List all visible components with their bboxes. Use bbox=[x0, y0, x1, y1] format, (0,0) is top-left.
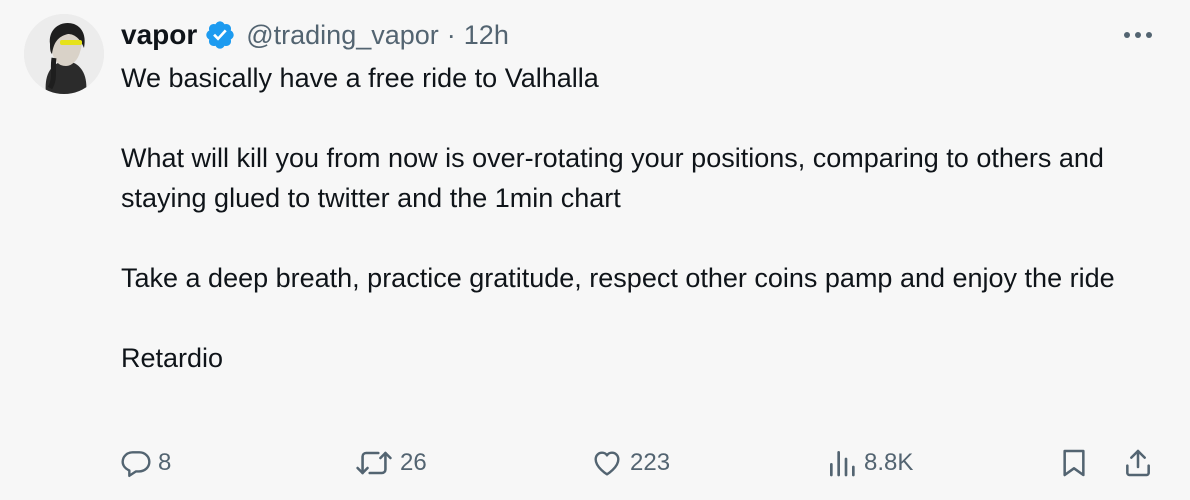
share-button[interactable] bbox=[1122, 440, 1154, 486]
tweet-paragraph-4: Retardio bbox=[121, 343, 224, 373]
like-button[interactable]: 223 bbox=[590, 440, 670, 486]
bookmark-icon bbox=[1063, 449, 1085, 477]
timestamp[interactable]: 12h bbox=[464, 20, 509, 51]
more-dots-icon bbox=[1124, 32, 1152, 38]
views-button[interactable]: 8.8K bbox=[826, 440, 913, 486]
share-upload-icon bbox=[1126, 449, 1150, 477]
reply-bubble-icon bbox=[121, 451, 151, 477]
like-count: 223 bbox=[630, 449, 671, 476]
bookmark-button[interactable] bbox=[1058, 440, 1090, 486]
verified-badge-icon bbox=[204, 19, 236, 51]
tweet-header: vapor @trading_vapor · 12h bbox=[121, 15, 509, 55]
tweet-paragraph-1: We basically have a free ride to Valhall… bbox=[121, 63, 599, 93]
action-bar: 8 26 223 8.8K bbox=[0, 440, 1190, 486]
views-count: 8.8K bbox=[864, 449, 914, 476]
tweet-text: We basically have a free ride to Valhall… bbox=[121, 58, 1171, 378]
repost-arrows-icon bbox=[356, 451, 392, 475]
repost-button[interactable]: 26 bbox=[354, 440, 427, 486]
reply-button[interactable]: 8 bbox=[120, 440, 171, 486]
author-handle[interactable]: @trading_vapor bbox=[246, 20, 439, 51]
repost-count: 26 bbox=[400, 449, 427, 476]
author-name[interactable]: vapor bbox=[121, 19, 197, 51]
tweet-paragraph-3: Take a deep breath, practice gratitude, … bbox=[121, 263, 1115, 293]
tweet-paragraph-2: What will kill you from now is over-rota… bbox=[121, 143, 1104, 213]
more-options-button[interactable] bbox=[1118, 20, 1158, 50]
views-bars-icon bbox=[830, 451, 855, 477]
separator-dot: · bbox=[446, 19, 456, 50]
reply-count: 8 bbox=[158, 449, 172, 476]
avatar-image bbox=[24, 14, 104, 94]
avatar[interactable] bbox=[24, 14, 104, 94]
heart-icon bbox=[594, 451, 620, 476]
